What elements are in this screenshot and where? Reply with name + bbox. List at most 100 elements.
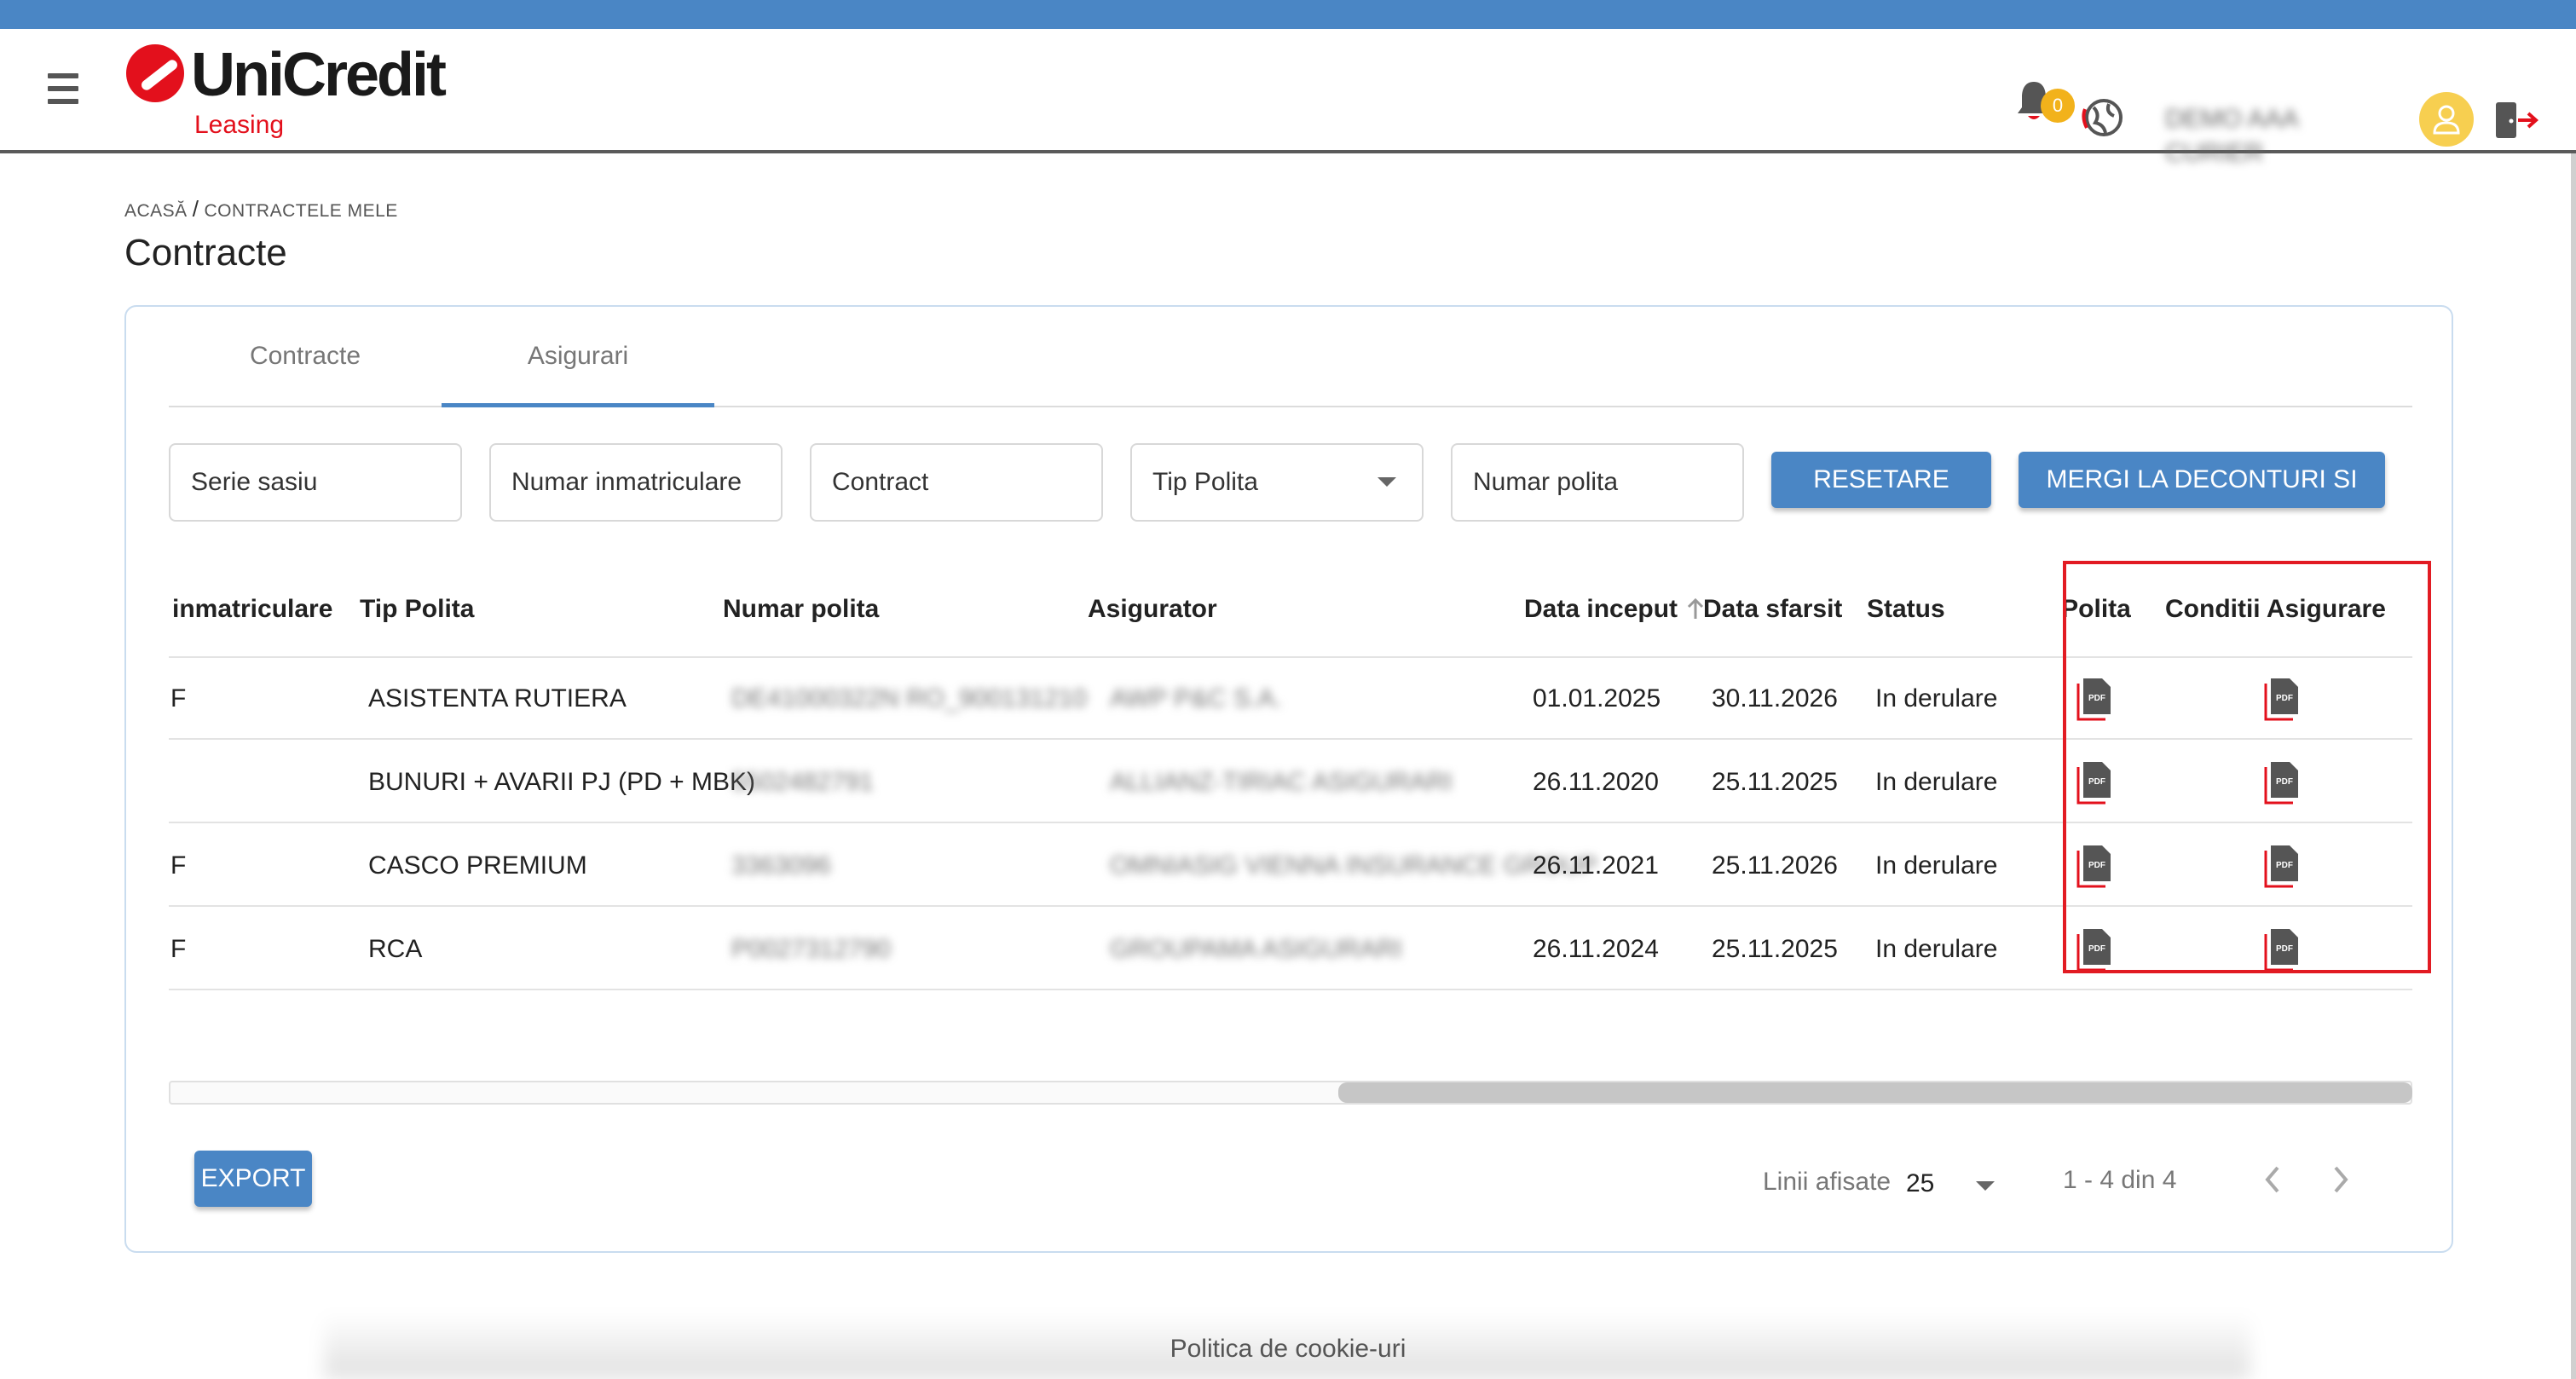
tab-asigurari[interactable]: Asigurari [442,307,714,407]
column-header-conditii-asigurare[interactable]: Conditii Asigurare [2165,563,2386,656]
breadcrumb-current: CONTRACTELE MELE [204,201,398,221]
cell-data-inceput: 26.11.2021 [1533,851,1659,880]
pdf-icon[interactable]: PDF [2075,677,2114,721]
scrollbar-thumb[interactable] [1338,1082,2412,1103]
page: UniCredit Leasing 0 DEMO AAA CURIER ACAS… [0,0,2576,1379]
cell-asigurator: ALLIANZ-TIRIAC ASIGURARI [1110,768,1453,796]
reset-filter-button[interactable]: RESETARE FILTRU [1771,452,1991,550]
numar-polita-input[interactable] [1451,443,1744,522]
globe-icon[interactable] [2080,95,2124,140]
pdf-icon[interactable]: PDF [2075,760,2114,805]
cell-numar-polita: DE41000322N RO_900131210 [731,684,1087,713]
svg-text:PDF: PDF [2276,861,2293,870]
cell-tip-polita: RCA [368,935,423,963]
cell-asigurator: AWP P&C S.A. [1110,684,1282,713]
svg-text:PDF: PDF [2276,944,2293,954]
page-title: Contracte [124,232,287,274]
cell-inmatriculare: F [170,684,187,713]
svg-text:PDF: PDF [2088,694,2105,703]
cell-tip-polita: ASISTENTA RUTIERA [368,684,627,713]
cell-status: In derulare [1875,684,1998,713]
pdf-icon[interactable]: PDF [2262,844,2302,888]
cell-status: In derulare [1875,768,1998,796]
cell-inmatriculare: F [170,935,187,963]
cell-asigurator: OMNIASIG VIENNA INSURANCE GROUP [1110,851,1597,880]
pdf-icon[interactable]: PDF [2262,927,2302,972]
cell-inmatriculare: F [170,851,187,880]
cell-data-inceput: 01.01.2025 [1533,684,1661,713]
column-header-inmatriculare[interactable]: inmatriculare [172,563,332,656]
column-header-tip-polita[interactable]: Tip Polita [360,563,474,656]
caret-down-icon[interactable] [1976,1181,1995,1191]
column-header-asigurator[interactable]: Asigurator [1088,563,1217,656]
top-accent-bar [0,0,2576,29]
column-header-polita[interactable]: Polita [2049,563,2143,656]
export-button[interactable]: EXPORT [194,1151,312,1207]
tab-bar: Contracte Asigurari [169,307,2412,407]
pdf-icon[interactable]: PDF [2075,844,2114,888]
tip-polita-select-label: Tip Polita [1152,468,1258,496]
app-header: UniCredit Leasing 0 DEMO AAA CURIER [0,29,2576,167]
notifications-button[interactable]: 0 [2015,66,2075,126]
breadcrumb-home[interactable]: ACASĂ [124,201,188,221]
page-right-edge [2571,153,2576,1379]
brand-name: UniCredit [191,41,447,109]
cell-numar-polita: 5502482791 [731,768,874,796]
lines-per-page-label: Linii afisate [1763,1168,1892,1196]
svg-text:PDF: PDF [2276,777,2293,787]
menu-icon[interactable] [48,73,78,104]
unicredit-mark-icon [126,44,184,102]
contract-input[interactable] [810,443,1103,522]
avatar[interactable] [2419,92,2474,147]
column-header-numar-polita[interactable]: Numar polita [723,563,879,656]
cell-numar-polita: 3363096 [731,851,831,880]
cell-numar-polita: P0027312790 [731,935,891,963]
cell-data-inceput: 26.11.2020 [1533,768,1659,796]
caret-down-icon [1378,477,1396,487]
breadcrumb: ACASĂ / CONTRACTELE MELE [124,196,398,222]
insurance-card: Contracte Asigurari Tip Polita RESETARE … [124,305,2453,1253]
breadcrumb-separator: / [192,196,199,222]
column-header-data-inceput[interactable]: Data inceput [1524,563,1678,656]
cell-data-inceput: 26.11.2024 [1533,935,1659,963]
cell-data-sfarsit: 25.11.2026 [1712,851,1838,880]
tip-polita-select[interactable]: Tip Polita [1130,443,1424,522]
cell-tip-polita: CASCO PREMIUM [368,851,587,880]
notification-count-badge: 0 [2041,89,2075,123]
svg-text:PDF: PDF [2276,694,2293,703]
brand-logo[interactable]: UniCredit Leasing [126,41,450,143]
svg-text:PDF: PDF [2088,861,2105,870]
user-icon [2433,105,2460,135]
cell-data-sfarsit: 25.11.2025 [1712,768,1838,796]
cell-tip-polita: BUNURI + AVARII PJ (PD + MBK) [368,768,755,796]
pagination-range: 1 - 4 din 4 [2063,1166,2177,1194]
user-name[interactable]: DEMO AAA CURIER [2165,102,2387,167]
table-row[interactable]: BUNURI + AVARII PJ (PD + MBK) 5502482791… [169,741,2412,823]
cell-data-sfarsit: 25.11.2025 [1712,935,1838,963]
cell-data-sfarsit: 30.11.2026 [1712,684,1838,713]
column-header-data-sfarsit[interactable]: Data sfarsit [1703,563,1842,656]
serie-sasiu-input[interactable] [169,443,462,522]
deconturi-plati-button[interactable]: MERGI LA DECONTURI SI PLATI [2019,452,2385,550]
pdf-icon[interactable]: PDF [2262,760,2302,805]
column-header-status[interactable]: Status [1867,563,1945,656]
cell-status: In derulare [1875,851,1998,880]
table-row[interactable]: F ASISTENTA RUTIERA DE41000322N RO_90013… [169,658,2412,740]
pdf-icon[interactable]: PDF [2075,927,2114,972]
cell-status: In derulare [1875,935,1998,963]
sort-up-icon[interactable] [1686,598,1705,620]
svg-text:PDF: PDF [2088,944,2105,954]
brand-sub: Leasing [194,111,285,139]
table-horizontal-scrollbar[interactable] [169,1081,2412,1105]
lines-per-page-select[interactable]: 25 [1906,1169,1934,1198]
tab-contracte[interactable]: Contracte [169,307,442,407]
svg-text:PDF: PDF [2088,777,2105,787]
table-row[interactable]: F RCA P0027312790 GROUPAMA ASIGURARI 26.… [169,909,2412,990]
numar-inmatriculare-input[interactable] [489,443,783,522]
cookie-policy-link[interactable]: Politica de cookie-uri [0,1335,2576,1364]
logout-icon[interactable] [2492,99,2540,141]
table-row[interactable]: F CASCO PREMIUM 3363096 OMNIASIG VIENNA … [169,825,2412,907]
chevron-right-icon[interactable] [2324,1159,2358,1200]
pdf-icon[interactable]: PDF [2262,677,2302,721]
chevron-left-icon[interactable] [2255,1159,2290,1200]
